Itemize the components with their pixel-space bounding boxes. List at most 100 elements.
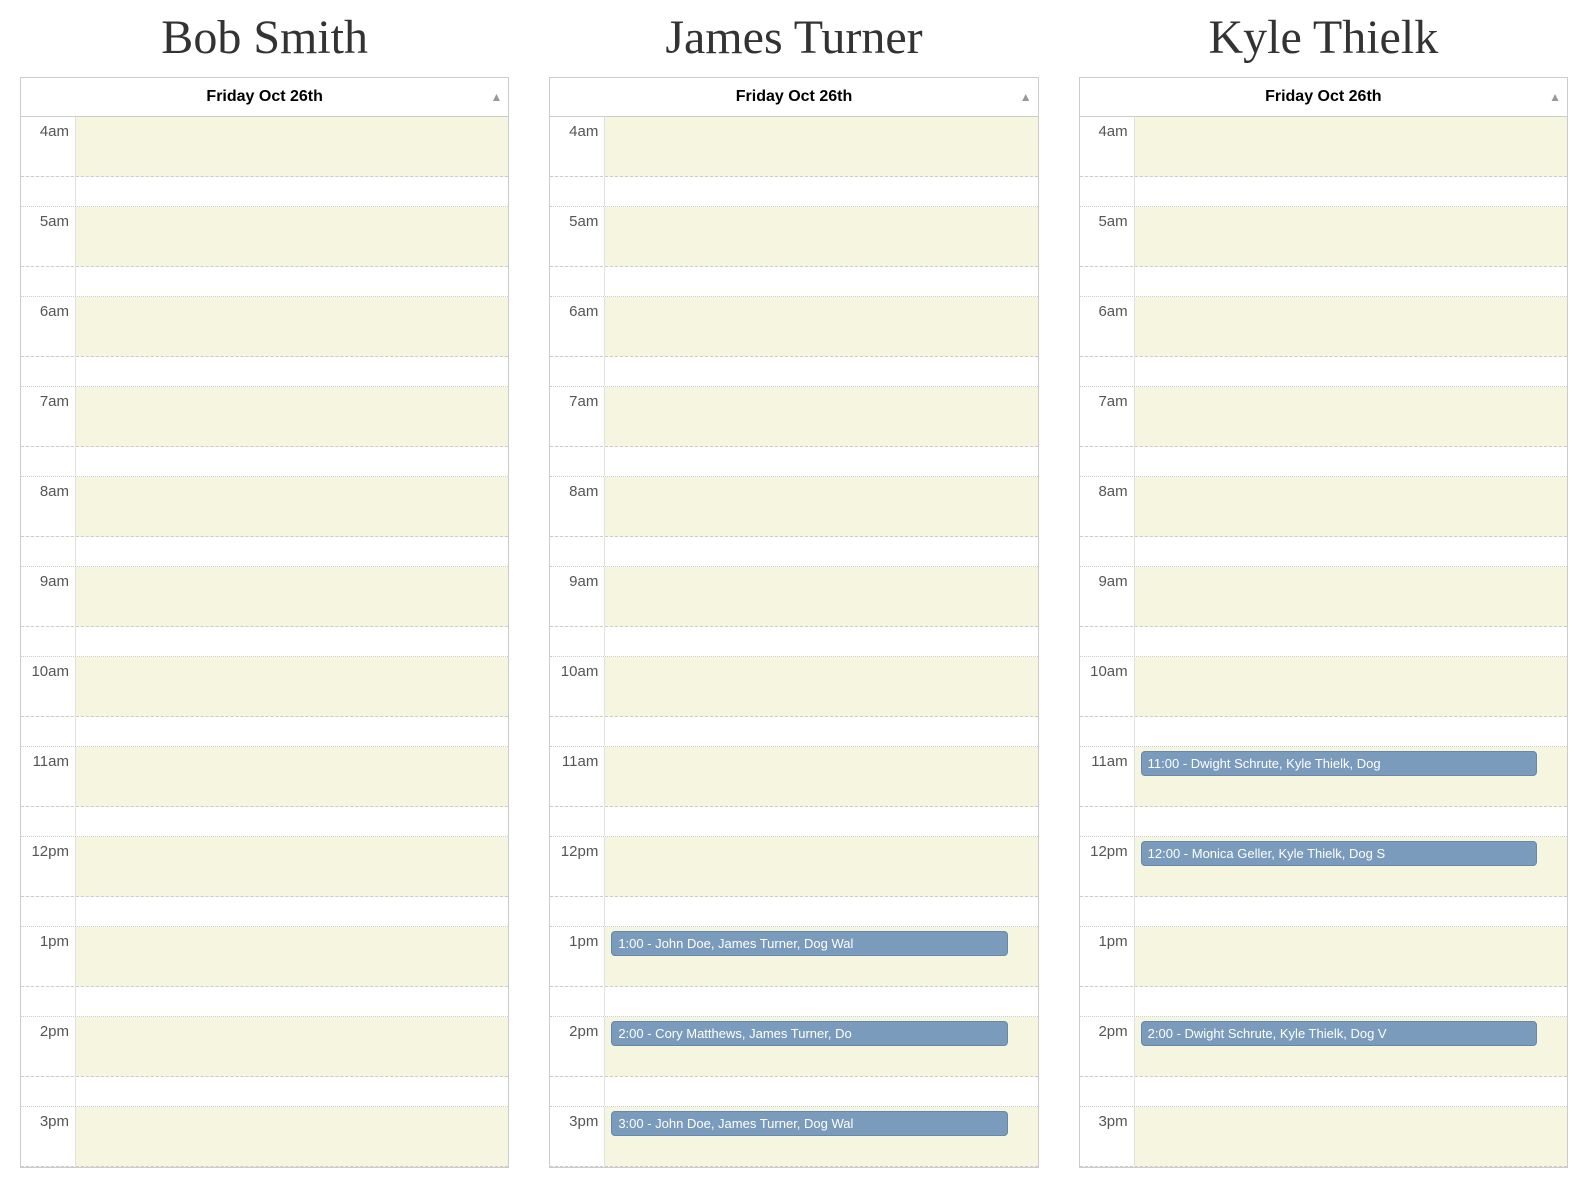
half-hour-slot[interactable] — [1135, 537, 1567, 566]
time-slot[interactable] — [76, 387, 508, 446]
time-label: 9am — [550, 567, 605, 626]
time-slot[interactable]: 2:00 - Cory Matthews, James Turner, Do — [605, 1017, 1037, 1076]
time-row: 7am — [1080, 387, 1567, 447]
time-slot[interactable] — [76, 117, 508, 176]
time-slot[interactable] — [1135, 297, 1567, 356]
time-label: 11am — [1080, 747, 1135, 806]
half-hour-slot[interactable] — [76, 177, 508, 206]
calendar-body[interactable]: 4am5am6am7am8am9am10am11am11:00 - Dwight… — [1080, 117, 1567, 1167]
half-hour-slot[interactable] — [605, 177, 1037, 206]
time-label: 8am — [1080, 477, 1135, 536]
time-slot[interactable] — [1135, 477, 1567, 536]
time-slot[interactable] — [1135, 567, 1567, 626]
time-slot[interactable] — [1135, 927, 1567, 986]
event-block[interactable]: 3:00 - John Doe, James Turner, Dog Wal — [611, 1111, 1007, 1136]
half-hour-slot[interactable] — [76, 717, 508, 746]
half-hour-slot[interactable] — [1135, 627, 1567, 656]
half-hour-slot[interactable] — [605, 357, 1037, 386]
time-label: 5am — [550, 207, 605, 266]
half-hour-row — [550, 717, 1037, 747]
time-slot[interactable] — [605, 747, 1037, 806]
time-slot[interactable] — [1135, 657, 1567, 716]
time-slot[interactable] — [605, 117, 1037, 176]
time-slot[interactable]: 2:00 - Dwight Schrute, Kyle Thielk, Dog … — [1135, 1017, 1567, 1076]
time-slot[interactable] — [605, 387, 1037, 446]
half-hour-slot[interactable] — [76, 627, 508, 656]
time-label: 7am — [21, 387, 76, 446]
time-label: 4am — [21, 117, 76, 176]
time-slot[interactable] — [1135, 387, 1567, 446]
time-row: 10am — [550, 657, 1037, 717]
time-row: 12pm — [550, 837, 1037, 897]
time-label: 5am — [21, 207, 76, 266]
time-slot[interactable]: 12:00 - Monica Geller, Kyle Thielk, Dog … — [1135, 837, 1567, 896]
time-slot[interactable] — [605, 657, 1037, 716]
half-hour-slot[interactable] — [605, 537, 1037, 566]
time-slot[interactable] — [76, 837, 508, 896]
half-hour-row — [21, 357, 508, 387]
half-hour-slot[interactable] — [605, 447, 1037, 476]
calendar-body[interactable]: 4am5am6am7am8am9am10am11am12pm1pm2pm3pm4… — [21, 117, 508, 1167]
calendar-body[interactable]: 4am5am6am7am8am9am10am11am12pm1pm1:00 - … — [550, 117, 1037, 1167]
time-slot[interactable]: 1:00 - John Doe, James Turner, Dog Wal — [605, 927, 1037, 986]
half-hour-slot[interactable] — [605, 987, 1037, 1016]
half-hour-slot[interactable] — [1135, 447, 1567, 476]
half-hour-row — [1080, 627, 1567, 657]
time-slot[interactable] — [76, 1107, 508, 1166]
time-slot[interactable] — [1135, 207, 1567, 266]
half-hour-label — [21, 627, 76, 656]
time-slot[interactable] — [76, 207, 508, 266]
half-hour-slot[interactable] — [76, 537, 508, 566]
time-slot[interactable] — [76, 567, 508, 626]
scroll-up-indicator[interactable]: ▲ — [1549, 90, 1561, 104]
half-hour-slot[interactable] — [1135, 807, 1567, 836]
time-slot[interactable] — [1135, 117, 1567, 176]
half-hour-row — [21, 1077, 508, 1107]
half-hour-slot[interactable] — [76, 267, 508, 296]
event-block[interactable]: 2:00 - Dwight Schrute, Kyle Thielk, Dog … — [1141, 1021, 1537, 1046]
half-hour-slot[interactable] — [1135, 717, 1567, 746]
half-hour-label — [1080, 987, 1135, 1016]
half-hour-slot[interactable] — [76, 807, 508, 836]
half-hour-slot[interactable] — [1135, 267, 1567, 296]
time-slot[interactable] — [605, 477, 1037, 536]
half-hour-slot[interactable] — [605, 627, 1037, 656]
half-hour-slot[interactable] — [605, 267, 1037, 296]
scroll-up-indicator[interactable]: ▲ — [490, 90, 502, 104]
time-row: 8am — [1080, 477, 1567, 537]
event-block[interactable]: 11:00 - Dwight Schrute, Kyle Thielk, Dog — [1141, 751, 1537, 776]
half-hour-slot[interactable] — [1135, 177, 1567, 206]
half-hour-slot[interactable] — [76, 357, 508, 386]
half-hour-slot[interactable] — [605, 1077, 1037, 1106]
half-hour-slot[interactable] — [76, 447, 508, 476]
half-hour-slot[interactable] — [76, 987, 508, 1016]
time-slot[interactable]: 11:00 - Dwight Schrute, Kyle Thielk, Dog — [1135, 747, 1567, 806]
half-hour-slot[interactable] — [76, 1077, 508, 1106]
time-slot[interactable] — [605, 567, 1037, 626]
time-slot[interactable] — [76, 747, 508, 806]
half-hour-slot[interactable] — [1135, 987, 1567, 1016]
time-slot[interactable] — [76, 297, 508, 356]
half-hour-slot[interactable] — [1135, 897, 1567, 926]
time-label: 2pm — [550, 1017, 605, 1076]
event-block[interactable]: 2:00 - Cory Matthews, James Turner, Do — [611, 1021, 1007, 1046]
time-slot[interactable]: 3:00 - John Doe, James Turner, Dog Wal — [605, 1107, 1037, 1166]
half-hour-slot[interactable] — [1135, 357, 1567, 386]
time-slot[interactable] — [1135, 1107, 1567, 1166]
half-hour-slot[interactable] — [1135, 1077, 1567, 1106]
half-hour-slot[interactable] — [605, 897, 1037, 926]
time-slot[interactable] — [76, 927, 508, 986]
time-slot[interactable] — [605, 207, 1037, 266]
half-hour-slot[interactable] — [605, 807, 1037, 836]
time-slot[interactable] — [76, 477, 508, 536]
event-block[interactable]: 1:00 - John Doe, James Turner, Dog Wal — [611, 931, 1007, 956]
half-hour-slot[interactable] — [76, 897, 508, 926]
half-hour-slot[interactable] — [605, 717, 1037, 746]
time-slot[interactable] — [76, 1017, 508, 1076]
time-slot[interactable] — [605, 837, 1037, 896]
scroll-up-indicator[interactable]: ▲ — [1020, 90, 1032, 104]
time-slot[interactable] — [605, 297, 1037, 356]
event-block[interactable]: 12:00 - Monica Geller, Kyle Thielk, Dog … — [1141, 841, 1537, 866]
time-slot[interactable] — [76, 657, 508, 716]
calendar-header: Friday Oct 26th▲ — [1080, 78, 1567, 117]
